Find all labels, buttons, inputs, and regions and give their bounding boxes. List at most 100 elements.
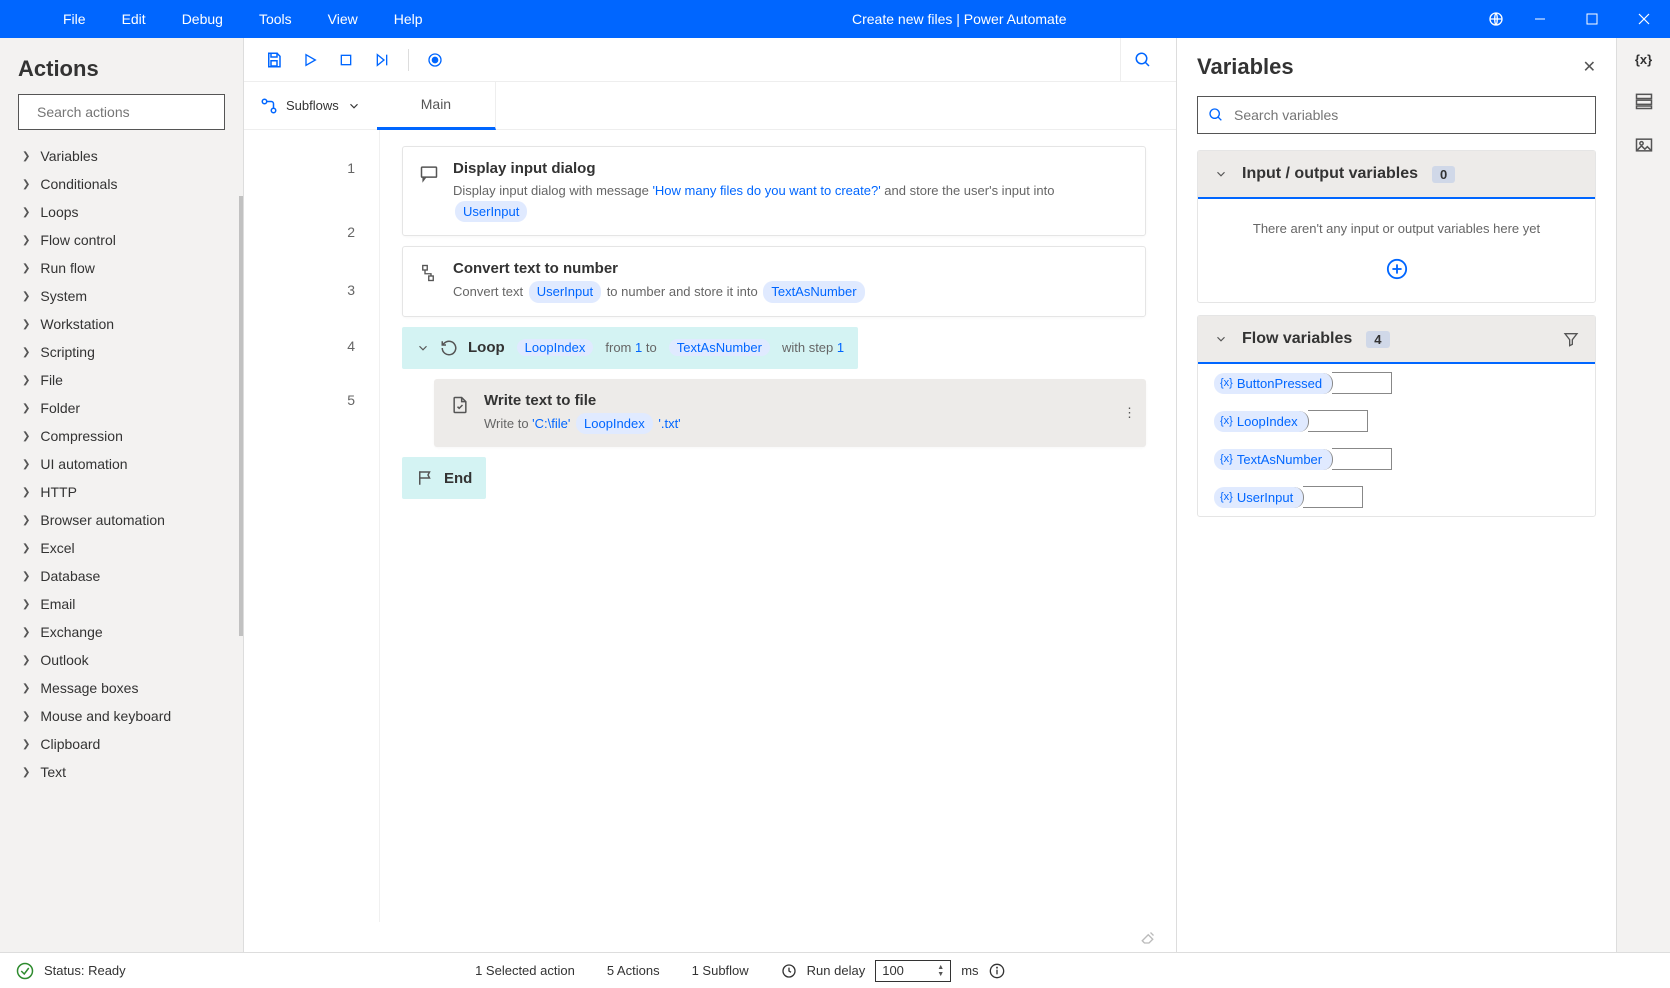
action-category[interactable]: ❯Exchange bbox=[0, 618, 243, 646]
variables-panel: Variables ✕ Input / output variables 0 T… bbox=[1176, 38, 1616, 952]
chevron-right-icon: ❯ bbox=[22, 291, 30, 302]
section-title: Flow variables bbox=[1242, 330, 1352, 348]
action-category[interactable]: ❯Text bbox=[0, 758, 243, 786]
save-button[interactable] bbox=[256, 42, 292, 78]
action-category[interactable]: ❯Flow control bbox=[0, 226, 243, 254]
chevron-right-icon: ❯ bbox=[22, 739, 30, 750]
stop-button[interactable] bbox=[328, 42, 364, 78]
action-category[interactable]: ❯Clipboard bbox=[0, 730, 243, 758]
action-category[interactable]: ❯Database bbox=[0, 562, 243, 590]
actions-list[interactable]: ❯Variables ❯Conditionals ❯Loops ❯Flow co… bbox=[0, 142, 243, 952]
action-category[interactable]: ❯Loops bbox=[0, 198, 243, 226]
chevron-down-icon bbox=[347, 99, 361, 113]
action-category[interactable]: ❯Message boxes bbox=[0, 674, 243, 702]
step-write-file[interactable]: Write text to file Write to 'C:\file' Lo… bbox=[434, 379, 1146, 448]
actions-title: Actions bbox=[0, 38, 243, 94]
menu-debug[interactable]: Debug bbox=[164, 0, 241, 38]
step-display-input-dialog[interactable]: Display input dialog Display input dialo… bbox=[402, 146, 1146, 236]
action-category[interactable]: ❯Excel bbox=[0, 534, 243, 562]
step-button[interactable] bbox=[364, 42, 400, 78]
variables-tab-icon[interactable]: {x} bbox=[1635, 52, 1652, 67]
menu-tools[interactable]: Tools bbox=[241, 0, 310, 38]
action-category[interactable]: ❯Email bbox=[0, 590, 243, 618]
action-category[interactable]: ❯Run flow bbox=[0, 254, 243, 282]
action-category[interactable]: ❯Conditionals bbox=[0, 170, 243, 198]
chevron-right-icon: ❯ bbox=[22, 515, 30, 526]
step-end[interactable]: End bbox=[402, 457, 486, 499]
action-category[interactable]: ❯File bbox=[0, 366, 243, 394]
section-title: Input / output variables bbox=[1242, 165, 1418, 183]
environment-badge[interactable] bbox=[1478, 11, 1514, 27]
clock-icon bbox=[781, 963, 797, 979]
close-panel-button[interactable]: ✕ bbox=[1583, 57, 1596, 77]
step-title: Convert text to number bbox=[453, 260, 867, 277]
action-category[interactable]: ❯Mouse and keyboard bbox=[0, 702, 243, 730]
flow-steps[interactable]: Display input dialog Display input dialo… bbox=[380, 130, 1176, 922]
flow-variable-row[interactable]: {x}UserInput bbox=[1198, 478, 1595, 516]
menu-file[interactable]: File bbox=[45, 0, 104, 38]
variables-search-input[interactable] bbox=[1234, 107, 1585, 123]
action-category[interactable]: ❯HTTP bbox=[0, 478, 243, 506]
action-category[interactable]: ❯Compression bbox=[0, 422, 243, 450]
io-empty-message: There aren't any input or output variabl… bbox=[1198, 199, 1595, 258]
scrollbar[interactable] bbox=[239, 196, 243, 636]
run-button[interactable] bbox=[292, 42, 328, 78]
chevron-right-icon: ❯ bbox=[22, 431, 30, 442]
action-category[interactable]: ❯Workstation bbox=[0, 310, 243, 338]
images-tab-icon[interactable] bbox=[1634, 135, 1654, 155]
title-bar: File Edit Debug Tools View Help Create n… bbox=[0, 0, 1670, 38]
record-button[interactable] bbox=[417, 42, 453, 78]
action-category[interactable]: ❯Variables bbox=[0, 142, 243, 170]
right-sidebar: {x} bbox=[1616, 38, 1670, 952]
action-category[interactable]: ❯UI automation bbox=[0, 450, 243, 478]
actions-search-input[interactable] bbox=[37, 104, 218, 120]
chevron-right-icon: ❯ bbox=[22, 571, 30, 582]
flow-variable-row[interactable]: {x}TextAsNumber bbox=[1198, 440, 1595, 478]
menu-help[interactable]: Help bbox=[376, 0, 441, 38]
menu-view[interactable]: View bbox=[310, 0, 376, 38]
step-convert-text[interactable]: Convert text to number Convert text User… bbox=[402, 246, 1146, 317]
chevron-right-icon: ❯ bbox=[22, 319, 30, 330]
line-number: 3 bbox=[244, 276, 379, 328]
actions-panel: Actions ❯Variables ❯Conditionals ❯Loops … bbox=[0, 38, 244, 952]
run-delay-input[interactable]: 100 ▲▼ bbox=[875, 960, 951, 982]
info-icon[interactable] bbox=[989, 963, 1005, 979]
ui-elements-tab-icon[interactable] bbox=[1634, 91, 1654, 111]
chevron-right-icon: ❯ bbox=[22, 711, 30, 722]
variables-search[interactable] bbox=[1197, 96, 1596, 134]
chevron-right-icon: ❯ bbox=[22, 683, 30, 694]
action-category[interactable]: ❯Scripting bbox=[0, 338, 243, 366]
step-title: End bbox=[444, 470, 472, 487]
count-badge: 0 bbox=[1432, 166, 1455, 183]
chevron-right-icon: ❯ bbox=[22, 235, 30, 246]
flow-variable-row[interactable]: {x}ButtonPressed bbox=[1198, 364, 1595, 402]
search-flow-button[interactable] bbox=[1120, 38, 1164, 82]
minimize-button[interactable] bbox=[1514, 0, 1566, 38]
subflows-button[interactable]: Subflows bbox=[244, 82, 377, 130]
menu-edit[interactable]: Edit bbox=[104, 0, 164, 38]
flow-variables-header[interactable]: Flow variables 4 bbox=[1198, 316, 1595, 364]
add-io-variable-button[interactable] bbox=[1198, 258, 1595, 302]
line-number: 5 bbox=[244, 386, 379, 440]
chevron-right-icon: ❯ bbox=[22, 655, 30, 666]
tab-main[interactable]: Main bbox=[377, 82, 496, 130]
chevron-right-icon: ❯ bbox=[22, 375, 30, 386]
dialog-icon bbox=[419, 160, 439, 222]
close-button[interactable] bbox=[1618, 0, 1670, 38]
subflow-count: 1 Subflow bbox=[692, 963, 749, 978]
flow-variable-row[interactable]: {x}LoopIndex bbox=[1198, 402, 1595, 440]
io-variables-header[interactable]: Input / output variables 0 bbox=[1198, 151, 1595, 199]
action-category[interactable]: ❯Folder bbox=[0, 394, 243, 422]
maximize-button[interactable] bbox=[1566, 0, 1618, 38]
action-category[interactable]: ❯Outlook bbox=[0, 646, 243, 674]
actions-search[interactable] bbox=[18, 94, 225, 130]
action-category[interactable]: ❯System bbox=[0, 282, 243, 310]
step-loop[interactable]: Loop LoopIndex from 1 to TextAsNumber wi… bbox=[402, 327, 858, 369]
clear-icon[interactable] bbox=[1122, 922, 1176, 952]
chevron-right-icon: ❯ bbox=[22, 599, 30, 610]
line-number: 4 bbox=[244, 328, 379, 386]
filter-icon[interactable] bbox=[1563, 331, 1579, 347]
more-icon[interactable]: ⋮ bbox=[1123, 405, 1136, 421]
line-number-gutter: 1 2 3 4 5 bbox=[244, 130, 380, 922]
action-category[interactable]: ❯Browser automation bbox=[0, 506, 243, 534]
